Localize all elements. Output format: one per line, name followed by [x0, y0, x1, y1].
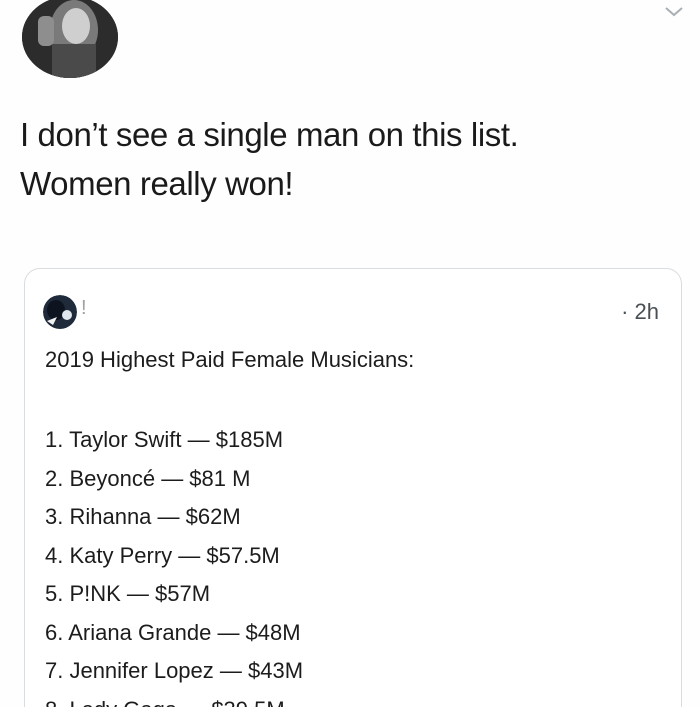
tweet-text-line: Women really won!	[20, 165, 294, 202]
avatar-photo-icon	[43, 295, 77, 329]
tweet-text-line: I don’t see a single man on this list.	[20, 116, 519, 153]
quoted-tweet-card[interactable]: ! · 2h 2019 Highest Paid Female Musician…	[24, 268, 682, 707]
quoted-author-avatar[interactable]	[43, 295, 77, 329]
quoted-tweet-timestamp: · 2h	[621, 299, 659, 324]
list-item: 3. Rihanna — $62M	[45, 504, 241, 529]
list-item: 4. Katy Perry — $57.5M	[45, 542, 280, 568]
quoted-author-handle[interactable]: !	[81, 297, 87, 320]
list-item: 5. P!NK — $57M	[45, 581, 211, 606]
chevron-down-icon[interactable]	[662, 2, 686, 20]
author-avatar[interactable]	[22, 0, 118, 78]
ranking-list: 1. Taylor Swift — $185M 2. Beyoncé — $81…	[45, 421, 303, 707]
list-item: 7. Jennifer Lopez — $43M	[45, 658, 304, 683]
list-item: 6. Ariana Grande — $48M	[45, 619, 301, 645]
quoted-tweet-heading: 2019 Highest Paid Female Musicians:	[45, 347, 415, 372]
list-item: 1. Taylor Swift — $185M	[45, 427, 284, 452]
tweet-screen: I don’t see a single man on this list. W…	[0, 0, 700, 707]
list-item: 8. Lady Gaga — $39.5M	[45, 691, 303, 707]
tweet-body: I don’t see a single man on this list. W…	[20, 110, 670, 208]
list-item: 2. Beyoncé — $81 M	[45, 465, 251, 491]
avatar-photo-icon	[22, 0, 118, 78]
